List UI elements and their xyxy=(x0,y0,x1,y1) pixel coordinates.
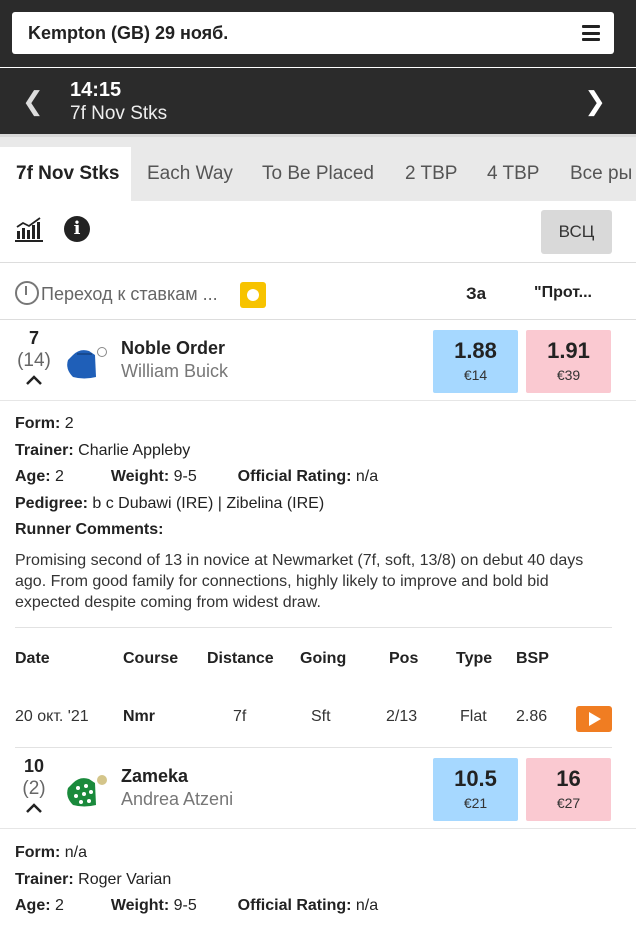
timer-icon xyxy=(15,281,39,305)
race-name: 7f Nov Stks xyxy=(70,103,168,124)
back-column-header: За xyxy=(466,284,487,303)
trainer-label: Trainer: xyxy=(15,870,74,888)
form-value: n/a xyxy=(64,844,88,861)
lay-odds-button[interactable]: 16 €27 xyxy=(526,758,611,821)
tab-each-way[interactable]: Each Way xyxy=(147,163,233,185)
tab-to-be-placed[interactable]: To Be Placed xyxy=(262,163,374,185)
divider xyxy=(15,747,612,748)
runner-row[interactable]: 10 (2) Zameka Andrea Atzeni 10.5 €21 16 … xyxy=(0,749,636,829)
form-label: Form: xyxy=(15,844,61,861)
age-value: 2 xyxy=(55,468,64,485)
jockey-silk-icon xyxy=(67,775,107,807)
weight-value: 9-5 xyxy=(173,468,197,485)
trainer-label: Trainer: xyxy=(15,441,74,459)
rating-label: Official Rating: xyxy=(237,468,352,485)
lay-price: 16 xyxy=(556,766,581,791)
draw-number: (14) xyxy=(17,350,51,371)
table-cell-date: 20 окт. '21 xyxy=(15,708,89,725)
pedigree-value: b c Dubawi (IRE) | Zibelina (IRE) xyxy=(92,494,325,512)
horse-name: Noble Order xyxy=(121,338,226,358)
chevron-right-icon[interactable]: ❯ xyxy=(584,86,606,117)
rating-value: n/a xyxy=(355,468,379,485)
table-cell-distance: 7f xyxy=(233,708,247,725)
table-header-going: Going xyxy=(300,650,347,667)
tab-4-tbp[interactable]: 4 TBP xyxy=(487,163,539,185)
weight-value: 9-5 xyxy=(173,897,197,914)
live-badge-icon xyxy=(240,282,266,308)
lay-stake: €27 xyxy=(556,795,581,811)
chevron-up-icon[interactable] xyxy=(25,371,43,389)
pedigree-label: Pedigree: xyxy=(15,494,88,512)
table-header-date: Date xyxy=(15,650,50,667)
info-icon[interactable]: i xyxy=(64,216,90,242)
lay-stake: €39 xyxy=(556,367,581,383)
divider xyxy=(15,627,612,628)
runner-comments: Promising second of 13 in novice at Newm… xyxy=(15,551,584,611)
hamburger-menu-icon[interactable] xyxy=(582,25,600,41)
play-video-icon[interactable] xyxy=(576,706,612,732)
lay-column-header: "Прот... xyxy=(534,284,592,301)
chevron-left-icon[interactable]: ❮ xyxy=(22,86,44,117)
draw-number: (2) xyxy=(22,778,46,799)
weight-label: Weight: xyxy=(110,468,170,485)
back-price: 10.5 xyxy=(454,766,497,791)
rating-label: Official Rating: xyxy=(237,897,352,914)
trainer-value: Roger Varian xyxy=(78,870,172,888)
table-cell-pos: 2/13 xyxy=(386,708,418,725)
trainer-value: Charlie Appleby xyxy=(78,441,191,459)
form-value: 2 xyxy=(64,415,74,432)
lay-price: 1.91 xyxy=(547,338,590,363)
jockey-name: Andrea Atzeni xyxy=(121,789,234,809)
tool-row: i ВСЦ xyxy=(0,201,636,263)
back-price: 1.88 xyxy=(454,338,497,363)
saddle-number: 10 xyxy=(23,756,45,776)
market-tabs: 7f Nov Stks Each Way To Be Placed 2 TBP … xyxy=(0,137,636,201)
chevron-up-icon[interactable] xyxy=(25,799,43,817)
table-header-type: Type xyxy=(456,650,493,667)
back-odds-button[interactable]: 1.88 €14 xyxy=(433,330,518,393)
table-header-pos: Pos xyxy=(389,650,419,667)
lay-odds-button[interactable]: 1.91 €39 xyxy=(526,330,611,393)
back-stake: €21 xyxy=(463,795,488,811)
saddle-number: 7 xyxy=(28,328,39,348)
tab-all-markets[interactable]: Все ры xyxy=(570,163,632,185)
rating-value: n/a xyxy=(355,897,379,914)
weight-label: Weight: xyxy=(110,897,170,914)
runner-row[interactable]: 7 (14) Noble Order William Buick 1.88 €1… xyxy=(0,321,636,401)
age-value: 2 xyxy=(55,897,64,914)
jockey-silk-icon xyxy=(67,347,107,379)
runner-details: Form: n/a Trainer: Roger Varian Age: 2 W… xyxy=(15,844,615,924)
goto-bets-link[interactable]: Переход к ставкам ... xyxy=(41,284,218,305)
table-cell-course[interactable]: Nmr xyxy=(123,708,155,726)
venue-title: Kempton (GB) 29 нояб. xyxy=(28,23,229,43)
back-odds-button[interactable]: 10.5 €21 xyxy=(433,758,518,821)
venue-selector[interactable]: Kempton (GB) 29 нояб. xyxy=(12,12,614,54)
bar-chart-icon[interactable] xyxy=(15,217,43,243)
tab-2-tbp[interactable]: 2 TBP xyxy=(405,163,457,185)
runner-details: Form: 2 Trainer: Charlie Appleby Age: 2 … xyxy=(15,415,615,613)
jockey-name: William Buick xyxy=(121,361,229,381)
app-header: Kempton (GB) 29 нояб. xyxy=(0,0,636,67)
vsc-button[interactable]: ВСЦ xyxy=(541,210,612,254)
horse-name: Zameka xyxy=(121,766,189,786)
table-header-course: Course xyxy=(123,650,179,667)
table-cell-going: Sft xyxy=(311,708,331,725)
race-navigation: ❮ 14:15 7f Nov Stks ❯ xyxy=(0,68,636,134)
tab-win-market[interactable]: 7f Nov Stks xyxy=(0,147,131,201)
table-cell-type: Flat xyxy=(460,708,487,725)
table-cell-bsp: 2.86 xyxy=(516,708,548,725)
age-label: Age: xyxy=(15,468,51,485)
race-time: 14:15 xyxy=(70,79,122,101)
table-header-distance: Distance xyxy=(207,650,274,667)
comments-label: Runner Comments: xyxy=(15,521,164,538)
age-label: Age: xyxy=(15,897,51,914)
table-header-bsp: BSP xyxy=(516,650,549,667)
back-stake: €14 xyxy=(463,367,488,383)
bet-header: Переход к ставкам ... За "Прот... xyxy=(0,264,636,320)
form-label: Form: xyxy=(15,415,61,432)
